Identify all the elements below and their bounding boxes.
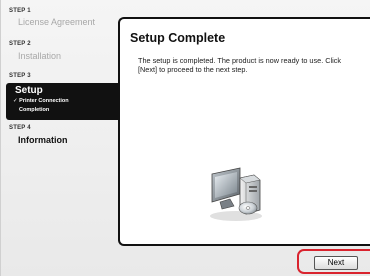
step-2-number: STEP 2: [9, 41, 31, 47]
step-4-number: STEP 4: [9, 125, 31, 131]
page-title: Setup Complete: [130, 31, 226, 45]
step-3-active: Setup ✓ Printer Connection Completion: [6, 83, 119, 120]
steps-sidebar: STEP 1 License Agreement STEP 2 Installa…: [1, 0, 119, 276]
substep-printer-connection: ✓ Printer Connection: [13, 98, 69, 104]
description-text: The setup is completed. The product is n…: [138, 56, 342, 74]
step-2-title: Installation: [18, 51, 62, 61]
next-button[interactable]: Next: [314, 256, 358, 270]
step-1-title: License Agreement: [18, 17, 96, 27]
installer-window: STEP 1 License Agreement STEP 2 Installa…: [0, 0, 370, 276]
substep-completion: Completion: [19, 107, 50, 113]
step-3-title: Setup: [15, 85, 43, 96]
step-1-number: STEP 1: [9, 8, 31, 14]
content-panel: Setup Complete The setup is completed. T…: [118, 17, 370, 246]
step-3-number: STEP 3: [9, 73, 31, 79]
computer-with-cd-icon: [210, 167, 262, 221]
step-4-title: Information: [18, 135, 68, 145]
